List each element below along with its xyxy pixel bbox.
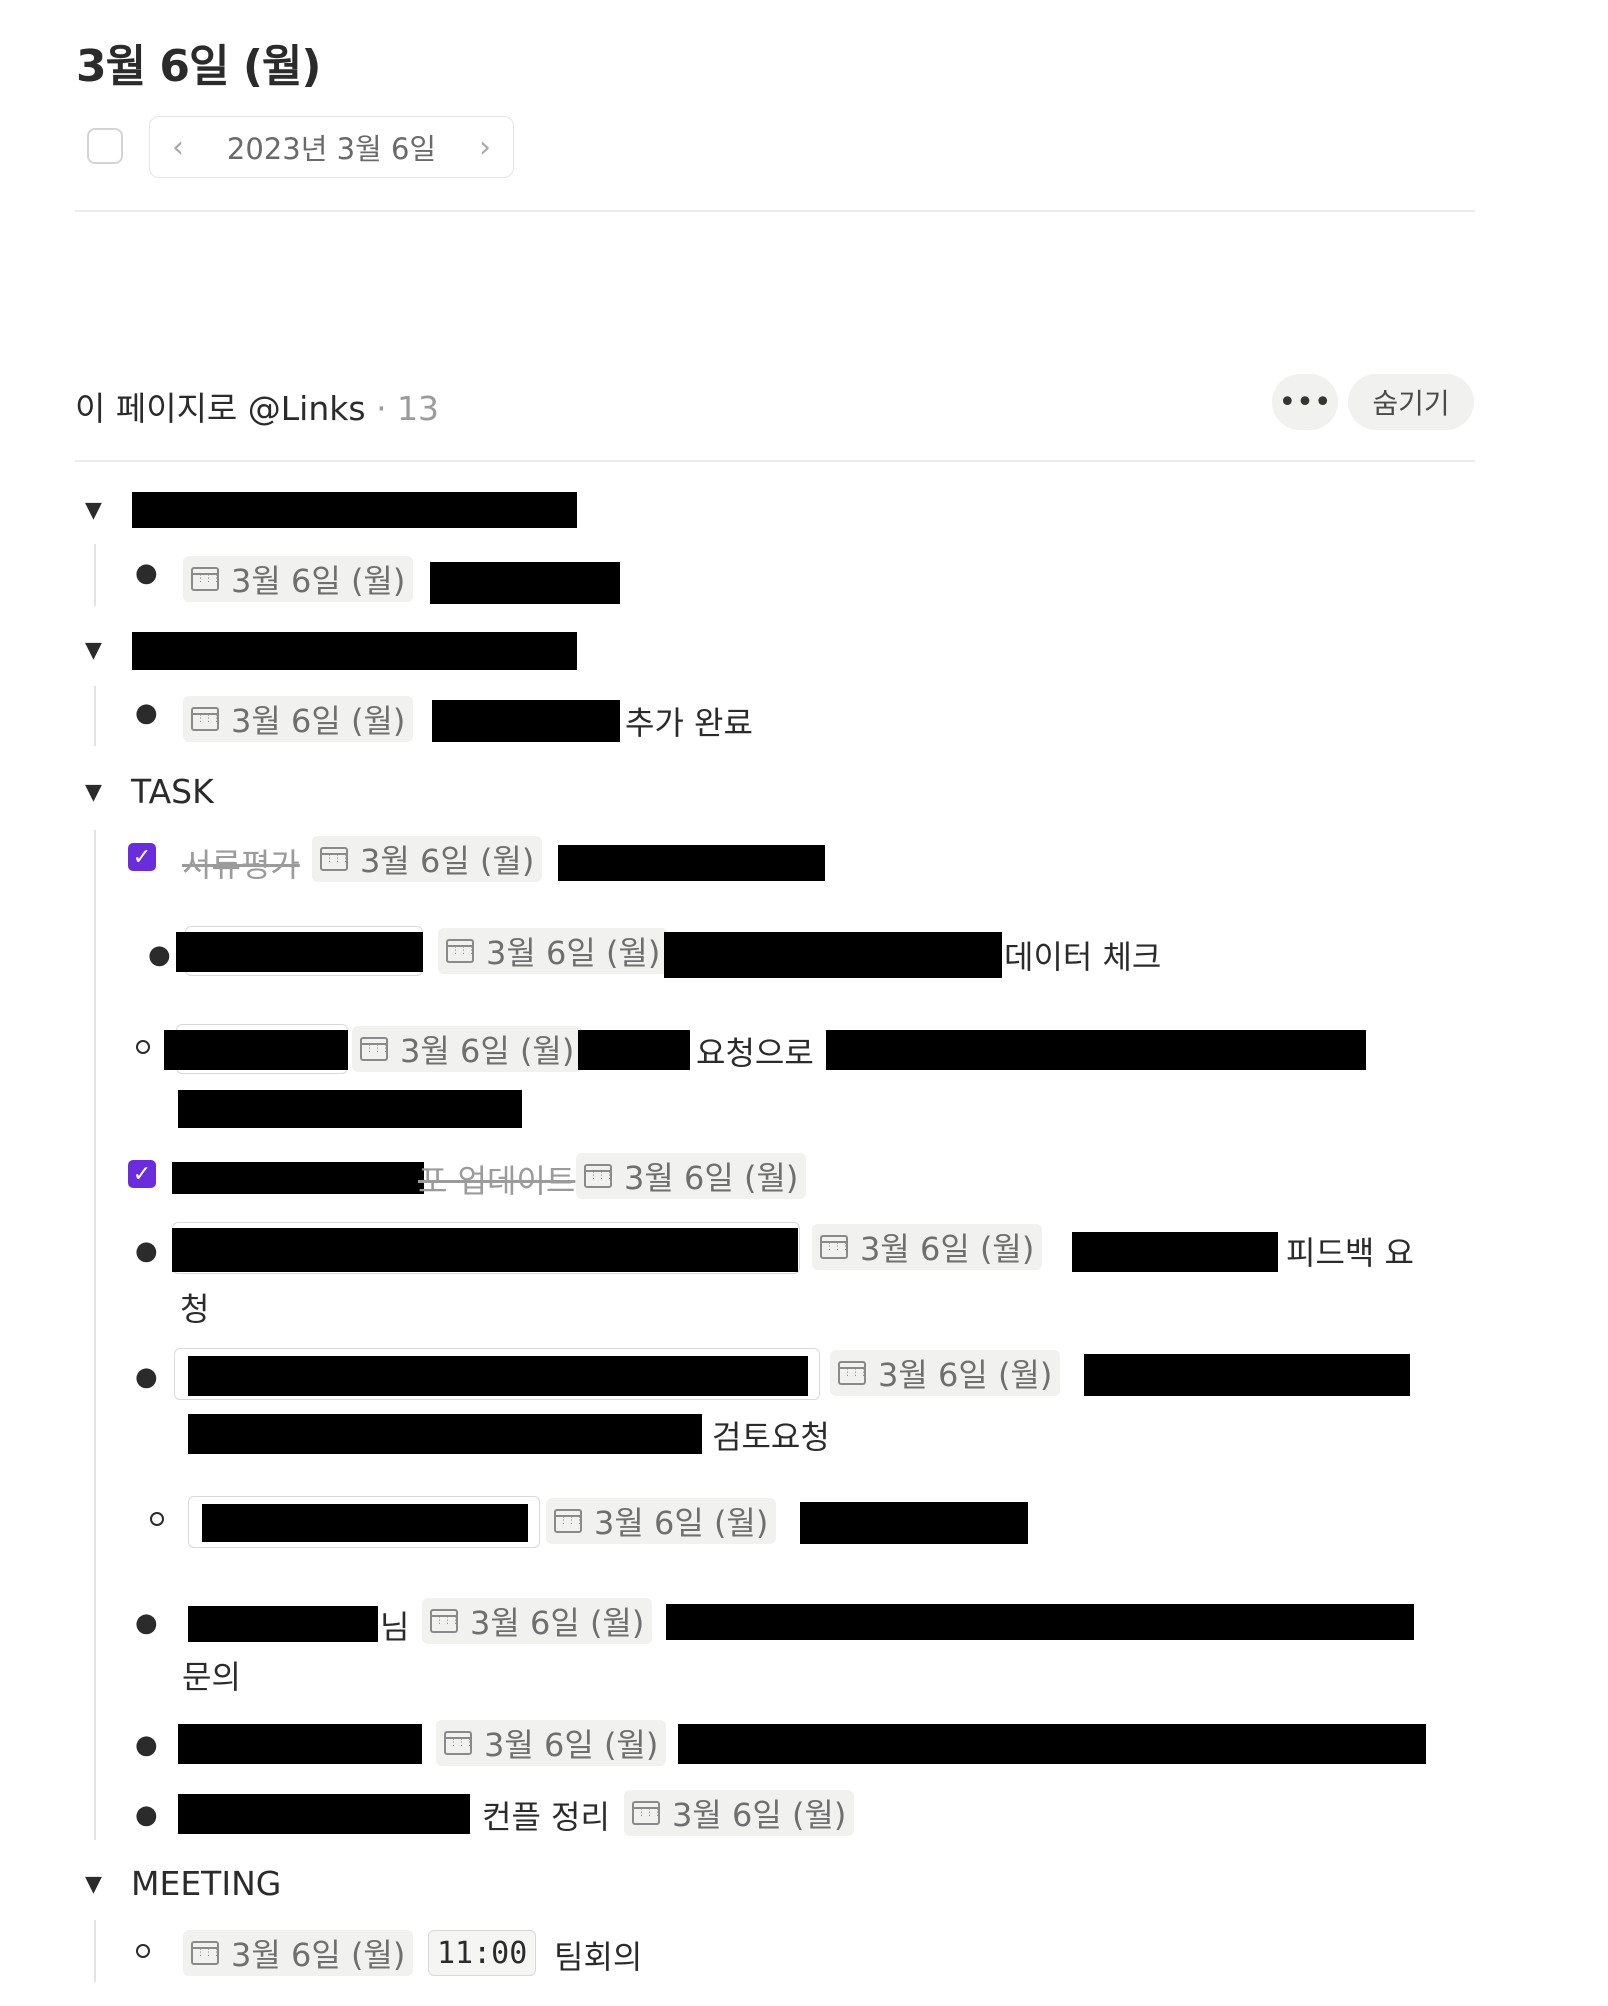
calendar-icon	[320, 847, 349, 871]
bullet-dot: ●	[135, 1362, 158, 1392]
item-text: 검토요청	[712, 1418, 830, 1456]
redacted-heading	[132, 492, 577, 528]
redacted-text	[188, 1414, 702, 1454]
date-chip[interactable]: 3월 6일 (월)	[183, 556, 414, 602]
page-title: 3월 6일 (월)	[76, 41, 322, 92]
calendar-icon	[444, 1731, 473, 1755]
redacted-mention	[172, 1228, 798, 1272]
date-chip[interactable]: 3월 6일 (월)	[438, 928, 669, 974]
date-chip[interactable]: 3월 6일 (월)	[422, 1598, 653, 1644]
calendar-icon	[191, 567, 220, 591]
calendar-icon	[191, 1941, 220, 1965]
toggle-arrow[interactable]: ▼	[85, 638, 102, 663]
date-chip[interactable]: 3월 6일 (월)	[546, 1498, 777, 1544]
next-date-button[interactable]: ›	[479, 130, 491, 165]
date-chip[interactable]: 3월 6일 (월)	[352, 1026, 583, 1072]
links-title: 이 페이지로 @Links	[75, 389, 366, 428]
todo-checkbox-checked[interactable]: ✓	[128, 1160, 156, 1188]
redacted-text	[172, 1162, 424, 1194]
redacted-text	[430, 562, 620, 604]
bullet-dot: ●	[135, 1800, 158, 1830]
redacted-text	[826, 1030, 1366, 1070]
item-text: 청	[180, 1290, 210, 1328]
date-chip[interactable]: 3월 6일 (월)	[183, 696, 414, 742]
time-chip[interactable]: 11:00	[428, 1930, 537, 1976]
date-chip[interactable]: 3월 6일 (월)	[183, 1930, 414, 1976]
toggle-guide	[94, 830, 96, 1840]
todo-text: 포 업데이트	[418, 1162, 576, 1200]
item-text: 데이터 체크	[1004, 938, 1162, 976]
calendar-icon	[360, 1037, 389, 1061]
date-chip[interactable]: 3월 6일 (월)	[830, 1350, 1061, 1396]
calendar-icon	[430, 1609, 459, 1633]
redacted-heading	[132, 632, 577, 670]
calendar-icon	[632, 1801, 661, 1825]
more-button[interactable]: •••	[1272, 374, 1338, 430]
bullet-dot: ●	[135, 1608, 158, 1638]
redacted-text	[800, 1502, 1028, 1544]
redacted-text	[188, 1606, 378, 1642]
date-chip[interactable]: 3월 6일 (월)	[576, 1153, 807, 1199]
section-task: TASK	[131, 772, 214, 811]
date-navigator: ‹ 2023년 3월 6일 ›	[149, 116, 514, 178]
bullet-dot: ●	[135, 558, 158, 588]
bullet-dot: ●	[148, 940, 171, 970]
divider	[75, 460, 1475, 462]
toggle-guide	[94, 1920, 96, 1982]
toggle-arrow[interactable]: ▼	[85, 1872, 102, 1897]
links-count: · 13	[376, 389, 440, 428]
bullet-circle	[136, 1040, 150, 1054]
date-chip[interactable]: 3월 6일 (월)	[812, 1224, 1043, 1270]
bullet-circle	[136, 1944, 150, 1958]
toggle-guide	[94, 544, 96, 606]
item-text: 문의	[182, 1658, 241, 1696]
item-text: 피드백 요	[1286, 1234, 1414, 1272]
calendar-icon	[554, 1509, 583, 1533]
bullet-dot: ●	[135, 698, 158, 728]
todo-checkbox-checked[interactable]: ✓	[128, 843, 156, 871]
toggle-guide	[94, 686, 96, 746]
redacted-text	[578, 1030, 690, 1070]
bullet-dot: ●	[135, 1236, 158, 1266]
bullet-circle	[150, 1512, 164, 1526]
page-checkbox[interactable]	[87, 128, 123, 164]
calendar-icon	[446, 939, 475, 963]
date-chip[interactable]: 3월 6일 (월)	[436, 1720, 667, 1766]
item-text: 팀회의	[554, 1938, 643, 1976]
redacted-text	[178, 1794, 470, 1834]
todo-text: 서류평가	[182, 846, 300, 884]
calendar-icon	[191, 707, 220, 731]
redacted-text	[678, 1724, 1426, 1764]
calendar-icon	[584, 1164, 613, 1188]
item-text: 님	[380, 1608, 410, 1646]
date-chip[interactable]: 3월 6일 (월)	[312, 836, 543, 882]
redacted-text	[558, 845, 825, 881]
calendar-icon	[838, 1361, 867, 1385]
redacted-text	[178, 1090, 522, 1128]
date-chip[interactable]: 3월 6일 (월)	[624, 1790, 855, 1836]
divider	[75, 210, 1475, 212]
redacted-mention	[164, 1030, 348, 1070]
redacted-text	[1072, 1232, 1278, 1272]
redacted-text	[666, 1604, 1414, 1640]
hide-button[interactable]: 숨기기	[1348, 374, 1474, 430]
date-label[interactable]: 2023년 3월 6일	[227, 126, 436, 168]
item-text: 요청으로	[696, 1034, 814, 1072]
redacted-text	[1084, 1354, 1410, 1396]
bullet-dot: ●	[135, 1730, 158, 1760]
toggle-arrow[interactable]: ▼	[85, 498, 102, 523]
section-meeting: MEETING	[131, 1864, 282, 1903]
item-text: 컨플 정리	[482, 1798, 610, 1836]
item-text: 추가 완료	[625, 704, 753, 742]
links-header: 이 페이지로 @Links · 13	[75, 382, 439, 430]
prev-date-button[interactable]: ‹	[172, 130, 184, 165]
redacted-text	[178, 1724, 422, 1764]
redacted-mention	[202, 1504, 528, 1542]
redacted-mention	[188, 1356, 808, 1396]
redacted-text	[664, 932, 1002, 978]
redacted-mention	[176, 932, 423, 972]
toggle-arrow[interactable]: ▼	[85, 780, 102, 805]
calendar-icon	[820, 1235, 849, 1259]
redacted-text	[432, 700, 620, 742]
